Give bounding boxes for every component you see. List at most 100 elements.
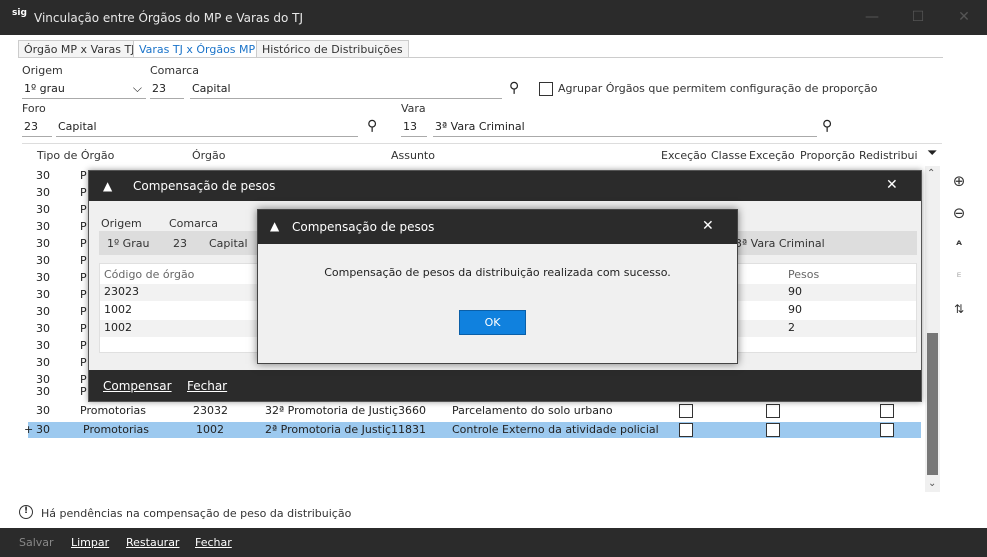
- scroll-down-icon[interactable]: ⌄: [928, 478, 936, 489]
- tab-orgao-mp-x-varas[interactable]: Órgão MP x Varas TJ: [18, 40, 141, 58]
- redistribui-checkbox[interactable]: [880, 423, 894, 437]
- cell-orgao-nome: 32ª Promotoria de Justiç3660: [265, 404, 427, 417]
- table-row[interactable]: 30 Promotorias 23032 32ª Promotoria de J…: [28, 403, 921, 419]
- col-tipo-orgao[interactable]: Tipo de Órgão: [37, 149, 114, 169]
- chevron-down-icon: ⌵: [132, 81, 142, 95]
- peso: 90: [788, 303, 802, 316]
- agrupar-label: Agrupar Órgãos que permitem configuração…: [558, 82, 878, 95]
- window-title: Vinculação entre Órgãos do MP e Varas do…: [34, 11, 303, 25]
- origem-select[interactable]: 1º grau ⌵: [22, 79, 146, 99]
- footer-bar: Salvar Limpar Restaurar Fechar: [0, 528, 987, 557]
- foro-label: Foro: [22, 102, 46, 115]
- vara-code-field[interactable]: 13: [401, 117, 427, 137]
- tab-divider: [18, 57, 943, 58]
- origem-label: Origem: [22, 64, 63, 77]
- foro-code-field[interactable]: 23: [22, 117, 52, 137]
- remove-circle-icon[interactable]: ⊖: [948, 202, 970, 224]
- fechar-button[interactable]: Fechar: [187, 379, 227, 393]
- sort-icon[interactable]: ⇅: [948, 298, 970, 320]
- origem-value: 1º Grau: [107, 237, 150, 250]
- comarca-label: Comarca: [150, 64, 199, 77]
- dialog-logo-icon: ▲: [103, 179, 113, 193]
- row-marker: +: [24, 423, 34, 436]
- col-classe[interactable]: Classe: [711, 149, 747, 169]
- excecao-classe-checkbox[interactable]: [766, 404, 780, 418]
- excecao-checkbox[interactable]: [679, 404, 693, 418]
- codigo: 1002: [104, 321, 132, 334]
- compensar-button[interactable]: Compensar: [103, 379, 172, 393]
- vara-label: Vara: [401, 102, 426, 115]
- col-orgao[interactable]: Órgão: [192, 149, 225, 169]
- codigo: 1002: [104, 303, 132, 316]
- redistribui-checkbox[interactable]: [880, 404, 894, 418]
- cell-orgao-nome: 2ª Promotoria de Justiç11831: [265, 423, 427, 436]
- col-excecao[interactable]: Exceção: [661, 149, 707, 169]
- peso: 90: [788, 285, 802, 298]
- filter-clear-icon[interactable]: ⏷: [927, 146, 937, 161]
- table-row-selected[interactable]: + 30 Promotorias 1002 2ª Promotoria de J…: [24, 422, 921, 438]
- tab-varas-x-orgaos[interactable]: Varas TJ x Órgãos MP: [133, 40, 262, 58]
- vara-name: 3ª Vara Criminal: [735, 237, 825, 250]
- comarca-label: Comarca: [169, 217, 218, 230]
- excecao-classe-checkbox[interactable]: [766, 423, 780, 437]
- message-dialog: ▲ Compensação de pesos ✕ Compensação de …: [257, 209, 738, 364]
- comarca-code-field[interactable]: 23: [150, 79, 184, 99]
- background-rows: 30 P 30 P 30 P 30 P 30 P 30 P 30 P 30 P 30 P 30 P …: [36, 169, 87, 398]
- cell-tipo: 30: [36, 423, 50, 436]
- excecao-checkbox[interactable]: [679, 423, 693, 437]
- cell-assunto: Controle Externo da atividade policial: [452, 423, 659, 436]
- col-excecao-2[interactable]: Exceção: [749, 149, 795, 169]
- limpar-button[interactable]: Limpar: [71, 536, 109, 549]
- search-icon[interactable]: ⚲: [822, 118, 832, 134]
- dialog-header: ▲ Compensação de pesos ✕: [89, 171, 921, 201]
- tab-historico[interactable]: Histórico de Distribuições: [256, 40, 409, 58]
- status-message: Há pendências na compensação de peso da …: [41, 507, 352, 520]
- search-icon[interactable]: ⚲: [509, 80, 519, 96]
- ok-button[interactable]: OK: [459, 310, 526, 335]
- dialog-footer: Compensar Fechar: [89, 370, 921, 401]
- comarca-name-field[interactable]: Capital: [190, 79, 502, 99]
- close-window-button[interactable]: ✕: [941, 0, 987, 35]
- cell-orgao-codigo: 1002: [196, 423, 224, 436]
- col-proporcao[interactable]: Proporção: [800, 149, 855, 169]
- dialog-title: Compensação de pesos: [133, 179, 276, 193]
- origem-value: 1º grau: [24, 82, 65, 95]
- vara-name-field[interactable]: 3ª Vara Criminal: [433, 117, 817, 137]
- scroll-thumb[interactable]: [927, 333, 938, 475]
- minimize-button[interactable]: —: [849, 0, 895, 35]
- comarca-name: Capital: [209, 237, 248, 250]
- title-bar: sig Vinculação entre Órgãos do MP e Vara…: [0, 0, 987, 35]
- cell-orgao-codigo: 23032: [193, 404, 228, 417]
- col-assunto[interactable]: Assunto: [391, 149, 435, 169]
- agrupar-checkbox[interactable]: [539, 82, 553, 96]
- restaurar-button[interactable]: Restaurar: [126, 536, 179, 549]
- codigo: 23023: [104, 285, 139, 298]
- col-codigo: Código de órgão: [104, 268, 195, 281]
- comarca-code: 23: [173, 237, 187, 250]
- app-logo-icon: sig: [12, 8, 27, 18]
- maximize-button[interactable]: ☐: [895, 0, 941, 35]
- grid-top-divider: [22, 143, 942, 144]
- cell-tipo: 30: [36, 404, 50, 417]
- salvar-button[interactable]: Salvar: [19, 536, 54, 549]
- search-icon[interactable]: ⚲: [367, 118, 377, 134]
- cell-assunto: Parcelamento do solo urbano: [452, 404, 613, 417]
- foro-name-field[interactable]: Capital: [56, 117, 358, 137]
- dialog-title: Compensação de pesos: [292, 220, 435, 234]
- find-next-icon[interactable]: ᴱ: [948, 266, 970, 288]
- scroll-up-icon[interactable]: ⌃: [927, 168, 935, 179]
- origem-label: Origem: [101, 217, 142, 230]
- add-circle-icon[interactable]: ⊕: [948, 170, 970, 192]
- fechar-button[interactable]: Fechar: [195, 536, 232, 549]
- dialog-header: ▲ Compensação de pesos ✕: [258, 210, 737, 244]
- close-icon[interactable]: ✕: [702, 218, 714, 234]
- cell-tipo-nome: Promotorias: [83, 423, 149, 436]
- dialog-logo-icon: ▲: [270, 219, 280, 233]
- peso: 2: [788, 321, 795, 334]
- cell-tipo-nome: Promotorias: [80, 404, 146, 417]
- find-icon[interactable]: ᴬ: [948, 234, 970, 256]
- warning-icon: !: [19, 505, 33, 519]
- close-icon[interactable]: ✕: [886, 177, 898, 193]
- col-redistribui[interactable]: Redistribui: [859, 149, 921, 169]
- col-pesos: Pesos: [788, 268, 820, 281]
